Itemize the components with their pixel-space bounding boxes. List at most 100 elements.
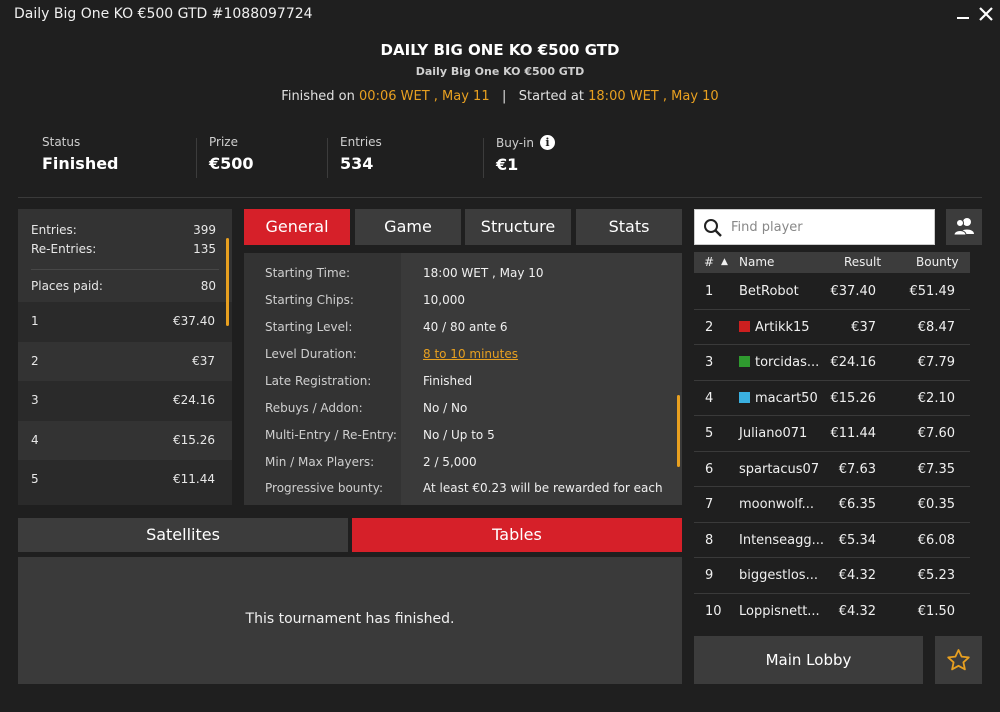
general-value: Finished bbox=[423, 374, 473, 388]
tab-structure[interactable]: Structure bbox=[465, 209, 571, 245]
tab-stats[interactable]: Stats bbox=[576, 209, 682, 245]
general-value: At least €0.23 will be rewarded for each bbox=[423, 481, 663, 495]
favorite-button[interactable] bbox=[935, 636, 982, 684]
tab-general[interactable]: General bbox=[244, 209, 350, 245]
tab-tables[interactable]: Tables bbox=[352, 518, 682, 552]
general-value: No / No bbox=[423, 401, 468, 415]
close-icon[interactable] bbox=[977, 4, 995, 24]
player-bounty: €1.50 bbox=[917, 603, 955, 619]
time-separator: | bbox=[502, 89, 507, 104]
player-row[interactable]: 7 moonwolf... €6.35 €0.35 bbox=[694, 487, 970, 523]
general-row: Rebuys / Addon: No / No bbox=[244, 401, 682, 428]
info-icon[interactable]: i bbox=[540, 135, 555, 150]
player-rank: 8 bbox=[705, 532, 714, 548]
general-value: 2 / 5,000 bbox=[423, 455, 477, 469]
player-rank: 2 bbox=[705, 319, 714, 335]
window-title: Daily Big One KO €500 GTD #1088097724 bbox=[14, 6, 313, 22]
players-table-header: # ▲ Name Result Bounty bbox=[694, 252, 970, 273]
country-flag-icon bbox=[739, 391, 750, 403]
payout-scrollbar[interactable] bbox=[226, 238, 229, 326]
player-name: moonwolf... bbox=[739, 497, 815, 512]
player-name: BetRobot bbox=[739, 284, 799, 299]
payout-amount: €37 bbox=[192, 353, 215, 368]
player-row[interactable]: 10 Loppisnett... €4.32 €1.50 bbox=[694, 594, 970, 630]
prize-label: Prize bbox=[209, 135, 238, 149]
payout-summary: Entries: 399 Re-Entries: 135 Places paid… bbox=[18, 209, 232, 302]
player-row[interactable]: 6 spartacus07 €7.63 €7.35 bbox=[694, 452, 970, 487]
player-rank: 9 bbox=[705, 568, 714, 583]
tab-game[interactable]: Game bbox=[355, 209, 461, 245]
rank-header[interactable]: # bbox=[704, 255, 714, 269]
payout-amount: €11.44 bbox=[173, 472, 215, 486]
general-label: Rebuys / Addon: bbox=[265, 401, 363, 415]
player-bounty: €7.35 bbox=[917, 461, 955, 477]
buyin-block: Buy-in i €1 bbox=[496, 135, 555, 174]
player-name: Loppisnett... bbox=[739, 603, 820, 619]
reentries-label: Re-Entries: bbox=[31, 242, 97, 256]
country-flag-icon bbox=[739, 320, 750, 332]
player-row[interactable]: 8 Intenseagg... €5.34 €6.08 bbox=[694, 523, 970, 558]
player-row[interactable]: 9 biggestlos... €4.32 €5.23 bbox=[694, 558, 970, 594]
payout-row: 3 €24.16 bbox=[18, 381, 232, 421]
player-row[interactable]: 3 torcidas... €24.16 €7.79 bbox=[694, 345, 970, 381]
info-divider bbox=[196, 138, 197, 178]
player-row[interactable]: 2 Artikk15 €37 €8.47 bbox=[694, 310, 970, 345]
sort-asc-icon[interactable]: ▲ bbox=[721, 257, 728, 267]
player-result: €15.26 bbox=[830, 390, 877, 406]
player-rank: 6 bbox=[705, 461, 714, 477]
tab-satellites[interactable]: Satellites bbox=[18, 518, 348, 552]
general-row: Starting Level: 40 / 80 ante 6 bbox=[244, 320, 682, 347]
users-button[interactable] bbox=[946, 209, 982, 245]
player-result: €11.44 bbox=[830, 426, 877, 441]
general-row: Late Registration: Finished bbox=[244, 374, 682, 401]
star-icon bbox=[947, 649, 970, 671]
general-label: Level Duration: bbox=[265, 347, 357, 361]
general-label: Min / Max Players: bbox=[265, 455, 375, 469]
started-label: Started at bbox=[518, 89, 584, 104]
users-icon bbox=[953, 218, 974, 236]
player-row[interactable]: 5 Juliano071 €11.44 €7.60 bbox=[694, 416, 970, 452]
reentries-value: 135 bbox=[193, 242, 216, 256]
payout-amount: €24.16 bbox=[173, 393, 215, 407]
player-bounty: €7.79 bbox=[917, 355, 955, 370]
level-duration-link[interactable]: 8 to 10 minutes bbox=[423, 347, 518, 361]
entries-label: Entries bbox=[340, 135, 382, 149]
general-scrollbar[interactable] bbox=[677, 395, 680, 467]
result-header[interactable]: Result bbox=[844, 255, 881, 269]
player-result: €6.35 bbox=[838, 497, 876, 512]
payout-row: 2 €37 bbox=[18, 341, 232, 381]
status-label: Status bbox=[42, 135, 81, 149]
player-rank: 7 bbox=[705, 497, 714, 512]
players-table[interactable]: 1 BetRobot €37.40 €51.49 2 Artikk15 €37 … bbox=[694, 274, 970, 630]
country-flag-icon bbox=[739, 356, 750, 367]
payout-list: 1 €37.40 2 €37 3 €24.16 4 €15.26 5 €11.44 bbox=[18, 302, 232, 500]
player-result: €4.32 bbox=[838, 603, 876, 619]
general-label: Late Registration: bbox=[265, 374, 372, 388]
player-bounty: €8.47 bbox=[917, 319, 955, 335]
player-bounty: €6.08 bbox=[917, 532, 955, 548]
player-rank: 5 bbox=[705, 426, 714, 441]
main-lobby-button[interactable]: Main Lobby bbox=[694, 636, 923, 684]
tournament-finished-message: This tournament has finished. bbox=[245, 611, 455, 627]
find-player-input[interactable] bbox=[731, 210, 929, 244]
title-bar: Daily Big One KO €500 GTD #1088097724 bbox=[0, 0, 1000, 30]
buyin-value: €1 bbox=[496, 155, 519, 174]
player-row[interactable]: 1 BetRobot €37.40 €51.49 bbox=[694, 274, 970, 310]
minimize-icon[interactable] bbox=[955, 6, 971, 24]
name-header[interactable]: Name bbox=[739, 255, 774, 269]
player-row[interactable]: 4 macart50 €15.26 €2.10 bbox=[694, 381, 970, 416]
general-row: Level Duration: 8 to 10 minutes bbox=[244, 347, 682, 374]
general-panel[interactable]: Starting Time: 18:00 WET , May 10 Starti… bbox=[244, 253, 682, 505]
tournament-subtitle: Daily Big One KO €500 GTD bbox=[415, 65, 585, 78]
general-value: No / Up to 5 bbox=[423, 428, 495, 442]
player-rank: 3 bbox=[705, 355, 714, 370]
search-box[interactable] bbox=[694, 209, 935, 245]
tables-panel: This tournament has finished. bbox=[18, 557, 682, 684]
payout-panel[interactable]: Entries: 399 Re-Entries: 135 Places paid… bbox=[18, 209, 232, 505]
bounty-header[interactable]: Bounty bbox=[916, 255, 959, 269]
general-value: 10,000 bbox=[423, 293, 465, 307]
payout-row: 4 €15.26 bbox=[18, 420, 232, 460]
buyin-label: Buy-in bbox=[496, 136, 534, 150]
times-line: Finished on 00:06 WET , May 11 | Started… bbox=[0, 89, 1000, 104]
finished-label: Finished on bbox=[281, 89, 355, 104]
